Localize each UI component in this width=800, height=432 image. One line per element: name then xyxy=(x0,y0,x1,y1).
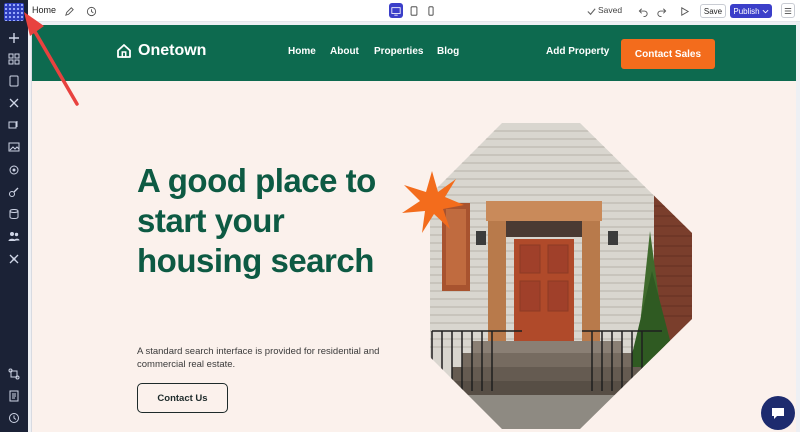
page-name[interactable]: Home xyxy=(32,5,56,15)
saved-status: Saved xyxy=(598,5,623,15)
media-icon[interactable] xyxy=(7,140,21,154)
menu-icon xyxy=(784,7,792,14)
chat-widget-button[interactable] xyxy=(761,396,795,430)
site-brand[interactable]: Onetown xyxy=(116,42,206,60)
shortcuts-icon[interactable] xyxy=(7,367,21,381)
chevron-down-icon xyxy=(762,9,769,13)
docs-icon[interactable] xyxy=(7,389,21,403)
hamburger-menu-button[interactable] xyxy=(781,3,795,18)
nav-link-blog[interactable]: Blog xyxy=(437,46,459,57)
website-preview[interactable]: Onetown Home About Properties Blog Add P… xyxy=(31,25,796,432)
mobile-view-button[interactable] xyxy=(424,3,438,18)
add-property-link[interactable]: Add Property xyxy=(546,46,609,57)
clock-icon[interactable] xyxy=(84,4,98,18)
edit-pencil-icon[interactable] xyxy=(62,4,76,18)
contact-us-button[interactable]: Contact Us xyxy=(137,383,228,413)
history-icon[interactable] xyxy=(7,411,21,425)
checkmark-icon xyxy=(584,4,598,18)
add-icon[interactable] xyxy=(7,31,21,45)
components-icon[interactable] xyxy=(7,52,21,66)
settings-icon[interactable] xyxy=(7,163,21,177)
site-header: Onetown Home About Properties Blog Add P… xyxy=(32,25,796,81)
undo-icon[interactable] xyxy=(636,4,650,18)
chat-icon xyxy=(772,408,784,419)
database-icon[interactable] xyxy=(7,207,21,221)
app-logo-icon[interactable] xyxy=(4,3,24,21)
brand-name: Onetown xyxy=(138,42,207,59)
users-icon[interactable] xyxy=(7,229,21,243)
hero-subtitle: A standard search interface is provided … xyxy=(137,346,380,370)
apps-icon[interactable] xyxy=(7,252,21,266)
house-logo-icon xyxy=(117,44,131,58)
desktop-view-button[interactable] xyxy=(389,3,403,18)
nav-link-properties[interactable]: Properties xyxy=(374,46,423,57)
editor-canvas: Onetown Home About Properties Blog Add P… xyxy=(28,22,800,432)
publish-button[interactable]: Publish xyxy=(730,4,772,18)
editor-sidebar xyxy=(0,0,28,432)
save-button[interactable]: Save xyxy=(700,4,726,18)
layers-icon[interactable] xyxy=(7,118,21,132)
nav-link-about[interactable]: About xyxy=(330,46,359,57)
tools-icon[interactable] xyxy=(7,96,21,110)
redo-icon[interactable] xyxy=(654,4,668,18)
tablet-view-button[interactable] xyxy=(407,3,421,18)
pages-icon[interactable] xyxy=(7,74,21,88)
hero-title: A good place to start your housing searc… xyxy=(137,162,376,279)
hero-house-image xyxy=(402,123,692,429)
preview-play-icon[interactable] xyxy=(677,4,691,18)
editor-toolbar: Home Saved Save Publish xyxy=(28,0,800,22)
nav-link-home[interactable]: Home xyxy=(288,46,316,57)
contact-sales-button[interactable]: Contact Sales xyxy=(621,39,715,69)
publish-label: Publish xyxy=(733,6,760,16)
integrations-icon[interactable] xyxy=(7,185,21,199)
